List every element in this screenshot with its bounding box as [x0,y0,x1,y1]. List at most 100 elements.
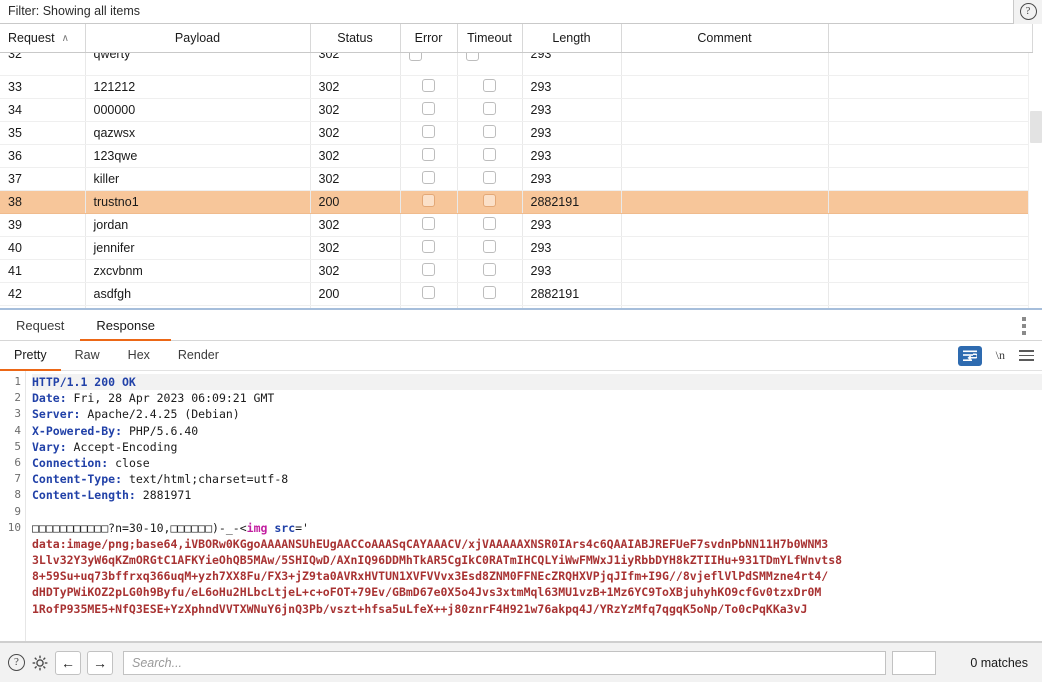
code-line: dHDTyPWiKOZ2pLG0h9Byfu/eL6oHu2HLbcLtjeL+… [32,585,822,600]
tab-raw[interactable]: Raw [61,342,114,371]
error-checkbox[interactable] [422,78,435,92]
search-options-box[interactable] [892,650,936,675]
column-header-status[interactable]: Status [310,24,401,53]
search-previous-button[interactable]: ← [55,650,81,675]
cell-timeout[interactable] [457,282,523,306]
column-header-request[interactable]: Request ∧ [0,24,86,53]
table-row[interactable]: 36 123qwe 302 293 [0,144,1033,168]
cell-timeout[interactable] [457,167,523,191]
gear-icon[interactable] [31,654,49,672]
error-checkbox[interactable] [422,147,435,161]
hamburger-menu-icon[interactable] [1019,350,1034,361]
timeout-checkbox[interactable] [483,262,496,276]
cell-comment [621,282,829,306]
column-header-payload[interactable]: Payload [85,24,311,53]
cell-request: 34 [0,98,86,122]
tab-hex[interactable]: Hex [114,342,164,371]
line-number [0,601,25,617]
cell-error[interactable] [400,213,458,237]
timeout-checkbox[interactable] [483,170,496,184]
line-number: 2 [14,391,21,405]
error-checkbox[interactable] [408,52,422,61]
line-number: 4 [14,423,21,437]
timeout-checkbox[interactable] [483,285,496,299]
line-number [0,536,25,552]
timeout-checkbox[interactable] [465,52,479,61]
cell-error[interactable] [400,144,458,168]
cell-timeout[interactable] [457,52,523,76]
line-number [0,584,25,600]
error-checkbox[interactable] [422,239,435,253]
cell-length: 293 [522,213,622,237]
results-scrollbar[interactable] [1028,53,1042,308]
timeout-checkbox[interactable] [483,124,496,138]
table-row[interactable]: 34 000000 302 293 [0,98,1033,122]
column-header-comment[interactable]: Comment [621,24,829,53]
cell-error[interactable] [400,190,458,214]
cell-spacer [828,52,1033,76]
cell-timeout[interactable] [457,213,523,237]
filter-input[interactable]: Filter: Showing all items [0,0,1014,24]
table-row[interactable]: 38 trustno1 200 2882191 [0,190,1033,214]
cell-timeout[interactable] [457,259,523,283]
timeout-checkbox[interactable] [483,239,496,253]
timeout-checkbox[interactable] [483,147,496,161]
table-row[interactable]: 39 jordan 302 293 [0,213,1033,237]
code-line: □□□□□□□□□□□?n=30-10,□□□□□□)-_-<img src=' [32,520,309,535]
cell-error[interactable] [400,121,458,145]
error-checkbox[interactable] [422,285,435,299]
table-row[interactable]: 35 qazwsx 302 293 [0,121,1033,145]
table-row[interactable]: 32 qwerty 302 293 [0,52,1033,76]
cell-error[interactable] [400,52,458,76]
search-input[interactable]: Search... [123,650,886,675]
timeout-checkbox[interactable] [483,216,496,230]
timeout-checkbox[interactable] [483,193,496,207]
tab-response[interactable]: Response [80,311,171,341]
error-checkbox[interactable] [422,101,435,115]
timeout-checkbox[interactable] [483,101,496,115]
error-checkbox[interactable] [422,262,435,276]
table-row[interactable]: 37 killer 302 293 [0,167,1033,191]
error-checkbox[interactable] [422,170,435,184]
cell-timeout[interactable] [457,121,523,145]
tab-request[interactable]: Request [0,311,80,341]
cell-request: 37 [0,167,86,191]
cell-error[interactable] [400,167,458,191]
response-viewer[interactable]: 1 2 3 4 5 6 7 8 9 10 HTTP/1.1 200 OK Date: Fri, 28… [0,371,1042,642]
table-row[interactable]: 33 121212 302 293 [0,75,1033,99]
error-checkbox[interactable] [422,193,435,207]
filter-help-button[interactable]: ? [1014,0,1042,24]
cell-error[interactable] [400,236,458,260]
cell-length: 293 [522,259,622,283]
tab-render[interactable]: Render [164,342,233,371]
vertical-dots-icon[interactable] [1016,316,1032,336]
results-scrollbar-thumb[interactable] [1030,111,1042,143]
column-header-error[interactable]: Error [400,24,458,53]
timeout-checkbox[interactable] [483,78,496,92]
code-line: Vary: Accept-Encoding [32,439,178,454]
cell-timeout[interactable] [457,98,523,122]
cell-status: 200 [310,190,401,214]
table-row[interactable]: 41 zxcvbnm 302 293 [0,259,1033,283]
newline-icon[interactable]: \n [996,348,1005,363]
column-header-length[interactable]: Length [522,24,622,53]
table-row[interactable]: 42 asdfgh 200 2882191 [0,282,1033,306]
error-checkbox[interactable] [422,124,435,138]
error-checkbox[interactable] [422,216,435,230]
cell-error[interactable] [400,282,458,306]
cell-timeout[interactable] [457,236,523,260]
cell-comment [621,259,829,283]
table-row[interactable]: 40 jennifer 302 293 [0,236,1033,260]
cell-timeout[interactable] [457,190,523,214]
cell-comment [621,75,829,99]
word-wrap-icon[interactable] [957,345,982,366]
search-next-button[interactable]: → [87,650,113,675]
cell-timeout[interactable] [457,75,523,99]
tab-pretty[interactable]: Pretty [0,342,61,371]
cell-error[interactable] [400,259,458,283]
question-circle-icon[interactable]: ? [8,654,25,671]
cell-error[interactable] [400,75,458,99]
cell-error[interactable] [400,98,458,122]
column-header-timeout[interactable]: Timeout [457,24,523,53]
cell-timeout[interactable] [457,144,523,168]
